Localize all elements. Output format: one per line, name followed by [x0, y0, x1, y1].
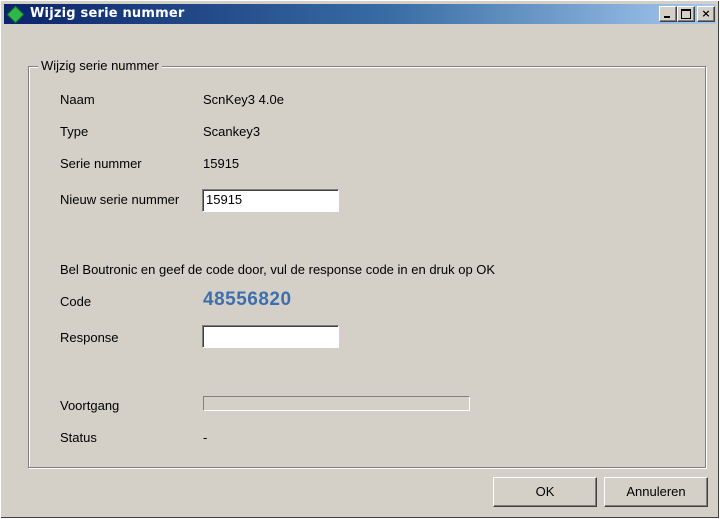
type-value: Scankey3	[203, 124, 261, 139]
response-label: Response	[60, 330, 119, 345]
voortgang-label: Voortgang	[60, 398, 120, 413]
maximize-icon	[681, 9, 691, 19]
groupbox-legend: Wijzig serie nummer	[38, 58, 162, 73]
green-diamond-icon	[6, 5, 25, 24]
serie-nummer-label: Serie nummer	[60, 156, 142, 171]
instruction-text: Bel Boutronic en geef de code door, vul …	[60, 262, 496, 277]
voortgang-progress-bar	[203, 396, 470, 411]
cancel-button[interactable]: Annuleren	[604, 477, 708, 507]
response-input[interactable]	[202, 325, 339, 348]
title-bar[interactable]: Wijzig serie nummer ×	[4, 4, 716, 24]
close-button[interactable]: ×	[697, 6, 715, 22]
serie-nummer-value: 15915	[203, 156, 240, 171]
nieuw-serie-nummer-label: Nieuw serie nummer	[60, 192, 180, 207]
type-label: Type	[60, 124, 89, 139]
close-icon: ×	[701, 7, 711, 20]
maximize-button[interactable]	[677, 6, 695, 22]
naam-value: ScnKey3 4.0e	[203, 92, 284, 107]
nieuw-serie-nummer-input[interactable]: 15915	[202, 189, 339, 212]
ok-button[interactable]: OK	[493, 477, 597, 507]
code-label: Code	[60, 294, 92, 309]
status-value: -	[203, 430, 208, 445]
minimize-button[interactable]	[659, 6, 677, 22]
code-value: 48556820	[203, 289, 292, 310]
naam-label: Naam	[60, 92, 95, 107]
window-title: Wijzig serie nummer	[30, 6, 185, 21]
status-label: Status	[60, 430, 97, 445]
minimize-icon	[664, 16, 670, 18]
